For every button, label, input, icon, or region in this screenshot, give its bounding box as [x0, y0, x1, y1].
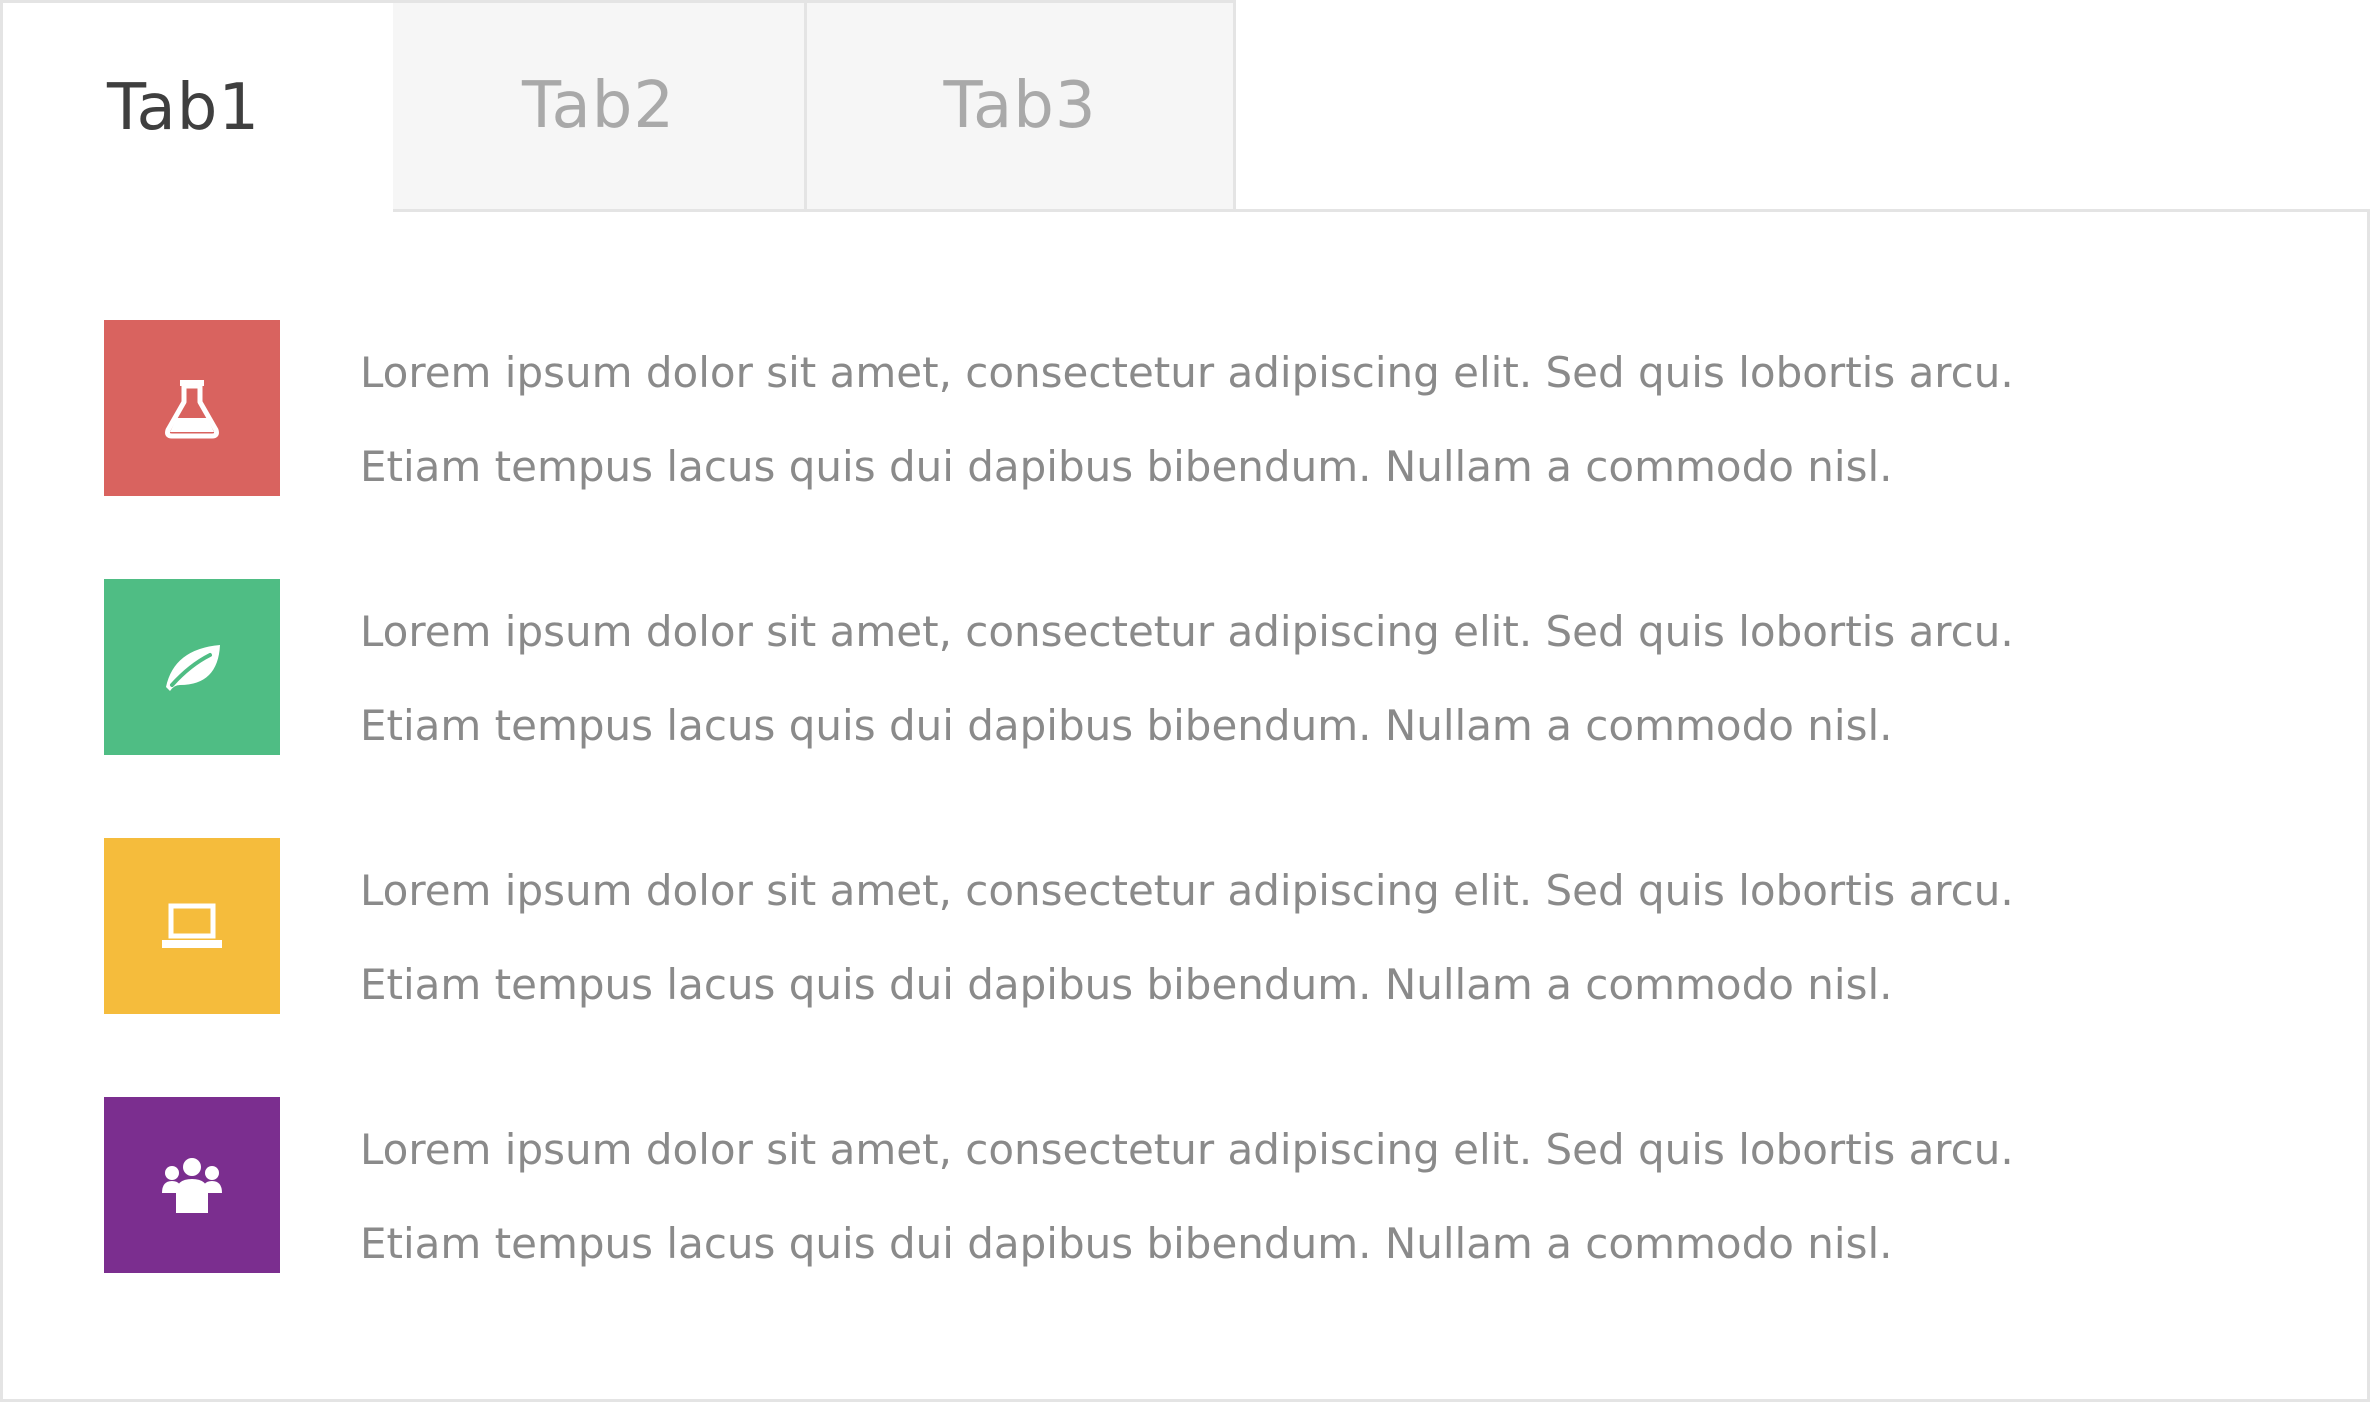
icon-tile: [104, 838, 280, 1014]
item-line-2: Etiam tempus lacus quis dui dapibus bibe…: [360, 701, 1893, 750]
item-line-1: Lorem ipsum dolor sit amet, consectetur …: [360, 607, 2014, 656]
tab-3[interactable]: Tab3: [807, 0, 1236, 212]
item-description: Lorem ipsum dolor sit amet, consectetur …: [360, 844, 2320, 1032]
laptop-icon: [162, 903, 222, 948]
list-item: Lorem ipsum dolor sit amet, consectetur …: [104, 838, 2304, 1016]
users-icon: [162, 1158, 222, 1213]
list-item: Lorem ipsum dolor sit amet, consectetur …: [104, 320, 2304, 498]
item-line-2: Etiam tempus lacus quis dui dapibus bibe…: [360, 1219, 1893, 1268]
list-item: Lorem ipsum dolor sit amet, consectetur …: [104, 1097, 2304, 1275]
item-description: Lorem ipsum dolor sit amet, consectetur …: [360, 585, 2320, 773]
leaf-icon: [166, 645, 220, 691]
icon-tile: [104, 320, 280, 496]
flask-icon: [165, 380, 219, 439]
item-description: Lorem ipsum dolor sit amet, consectetur …: [360, 326, 2320, 514]
tabbed-widget: Tab1 Tab2 Tab3 Lorem ipsum dolor sit ame…: [0, 0, 2370, 1402]
item-line-1: Lorem ipsum dolor sit amet, consectetur …: [360, 866, 2014, 915]
tab-2[interactable]: Tab2: [393, 0, 807, 212]
item-line-1: Lorem ipsum dolor sit amet, consectetur …: [360, 348, 2014, 397]
list-item: Lorem ipsum dolor sit amet, consectetur …: [104, 579, 2304, 757]
item-description: Lorem ipsum dolor sit amet, consectetur …: [360, 1103, 2320, 1291]
icon-tile: [104, 579, 280, 755]
tab-bar: Tab1 Tab2 Tab3: [0, 0, 1236, 212]
item-line-2: Etiam tempus lacus quis dui dapibus bibe…: [360, 442, 1893, 491]
item-line-2: Etiam tempus lacus quis dui dapibus bibe…: [360, 960, 1893, 1009]
item-line-1: Lorem ipsum dolor sit amet, consectetur …: [360, 1125, 2014, 1174]
tab-1[interactable]: Tab1: [0, 0, 393, 212]
icon-tile: [104, 1097, 280, 1273]
